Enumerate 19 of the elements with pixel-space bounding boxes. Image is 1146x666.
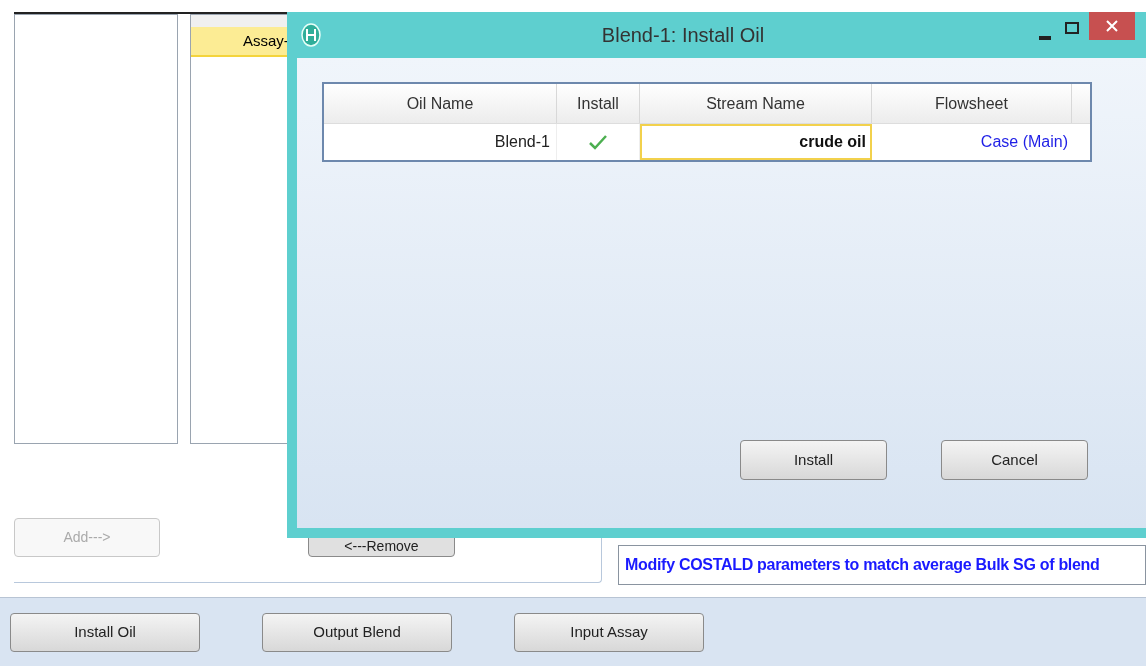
window-title: Blend-1: Install Oil (600, 23, 766, 48)
action-button[interactable]: Install Oil (10, 612, 200, 652)
close-icon[interactable] (1106, 20, 1118, 32)
action-button[interactable]: Output Blend (262, 612, 452, 652)
stream-name-field[interactable]: crude oil (640, 124, 872, 160)
dialog-button[interactable]: Cancel (941, 440, 1088, 480)
flowsheet-link[interactable]: Case (Main) (872, 124, 1072, 160)
column-header: Oil Name (324, 84, 557, 123)
action-button[interactable]: Input Assay (514, 612, 704, 652)
table-cell: Blend-1 (324, 124, 557, 160)
maximize-icon[interactable] (1065, 22, 1079, 34)
app-logo-icon (301, 23, 321, 47)
checkmark-icon (588, 133, 608, 151)
column-header: Stream Name (640, 84, 872, 123)
info-text: Modify COSTALD parameters to match average Bulk SG of blend (618, 545, 1146, 585)
column-header: Flowsheet (872, 84, 1072, 123)
dialog-button[interactable]: Install (740, 440, 887, 480)
close-button[interactable] (1089, 12, 1135, 40)
column-header: Install (557, 84, 640, 123)
